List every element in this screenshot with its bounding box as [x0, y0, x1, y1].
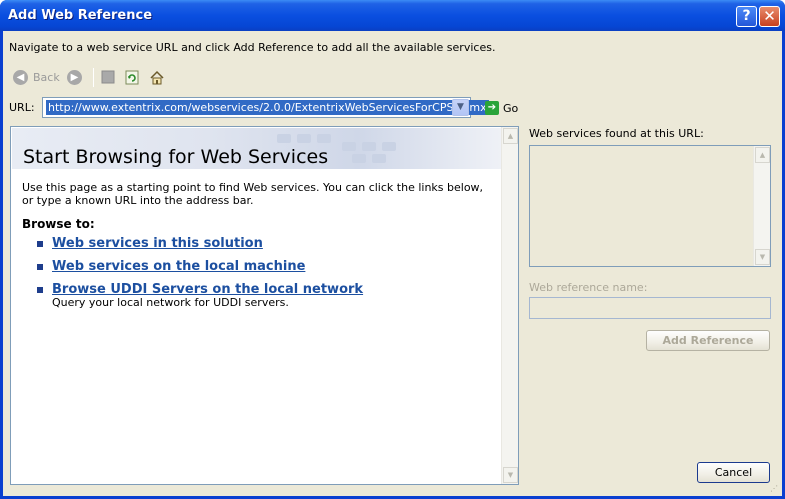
banner-decoration: [372, 154, 386, 163]
services-found-label: Web services found at this URL:: [529, 127, 704, 140]
link-solution-services[interactable]: Web services in this solution: [52, 236, 263, 251]
cancel-button[interactable]: Cancel: [697, 462, 770, 483]
scroll-up-icon[interactable]: ▲: [503, 128, 518, 144]
add-reference-button[interactable]: Add Reference: [646, 330, 770, 351]
browser-scrollbar[interactable]: ▲ ▼: [501, 127, 518, 484]
toolbar-separator: [93, 68, 94, 87]
scroll-down-icon[interactable]: ▼: [755, 249, 770, 265]
banner-decoration: [362, 142, 376, 151]
reference-name-label: Web reference name:: [529, 281, 648, 294]
url-input[interactable]: http://www.extentrix.com/webservices/2.0…: [46, 100, 489, 115]
list-item: Browse UDDI Servers on the local network: [37, 282, 363, 297]
refresh-button[interactable]: [125, 67, 140, 87]
link-local-machine-services[interactable]: Web services on the local machine: [52, 259, 305, 274]
services-found-list[interactable]: ▲ ▼: [529, 145, 771, 267]
services-list-scrollbar[interactable]: ▲ ▼: [753, 146, 770, 266]
go-button[interactable]: ➔ Go: [485, 101, 518, 115]
instruction-text: Navigate to a web service URL and click …: [9, 41, 496, 54]
go-arrow-icon: ➔: [485, 101, 499, 115]
banner-decoration: [342, 142, 356, 151]
url-combobox[interactable]: http://www.extentrix.com/webservices/2.0…: [42, 97, 489, 118]
banner-decoration: [297, 134, 311, 143]
browser-pane[interactable]: Start Browsing for Web Services Use this…: [10, 126, 519, 485]
list-item: Web services on the local machine: [37, 259, 305, 274]
scroll-up-icon[interactable]: ▲: [755, 147, 770, 163]
help-button[interactable]: ?: [736, 6, 757, 27]
dialog-client-area: Navigate to a web service URL and click …: [3, 31, 782, 496]
stop-button[interactable]: [101, 67, 115, 87]
banner: Start Browsing for Web Services: [12, 128, 506, 169]
banner-decoration: [277, 134, 291, 143]
banner-decoration: [352, 154, 366, 163]
browse-to-heading: Browse to:: [22, 217, 95, 231]
back-label: Back: [33, 70, 60, 84]
url-label: URL:: [9, 101, 35, 114]
banner-decoration: [317, 134, 331, 143]
page-title: Start Browsing for Web Services: [23, 146, 329, 168]
link-uddi-servers[interactable]: Browse UDDI Servers on the local network: [52, 282, 363, 297]
reference-name-input[interactable]: [529, 297, 771, 319]
home-icon: [150, 70, 164, 84]
chevron-down-icon[interactable]: ▼: [452, 99, 469, 116]
close-button[interactable]: ✕: [759, 6, 780, 27]
home-button[interactable]: [149, 67, 165, 87]
banner-decoration: [382, 142, 396, 151]
forward-icon: ▶: [67, 69, 82, 85]
title-bar[interactable]: Add Web Reference ? ✕: [0, 0, 785, 31]
go-label: Go: [503, 101, 519, 115]
stop-icon: [101, 70, 115, 84]
uddi-description: Query your local network for UDDI server…: [52, 296, 289, 309]
bullet-icon: [37, 240, 43, 247]
bullet-icon: [37, 263, 43, 270]
window-title: Add Web Reference: [8, 8, 153, 23]
back-icon: ◀: [13, 69, 28, 85]
forward-button[interactable]: ▶: [67, 67, 82, 87]
bullet-icon: [37, 286, 43, 293]
intro-text: Use this page as a starting point to fin…: [22, 181, 484, 207]
add-web-reference-dialog: Add Web Reference ? ✕ Navigate to a web …: [0, 0, 785, 499]
list-item: Web services in this solution: [37, 236, 263, 251]
refresh-icon: [125, 70, 139, 84]
back-button[interactable]: ◀ Back: [13, 67, 60, 87]
scroll-down-icon[interactable]: ▼: [503, 467, 518, 483]
resize-grip-icon[interactable]: ⋰: [770, 484, 780, 494]
